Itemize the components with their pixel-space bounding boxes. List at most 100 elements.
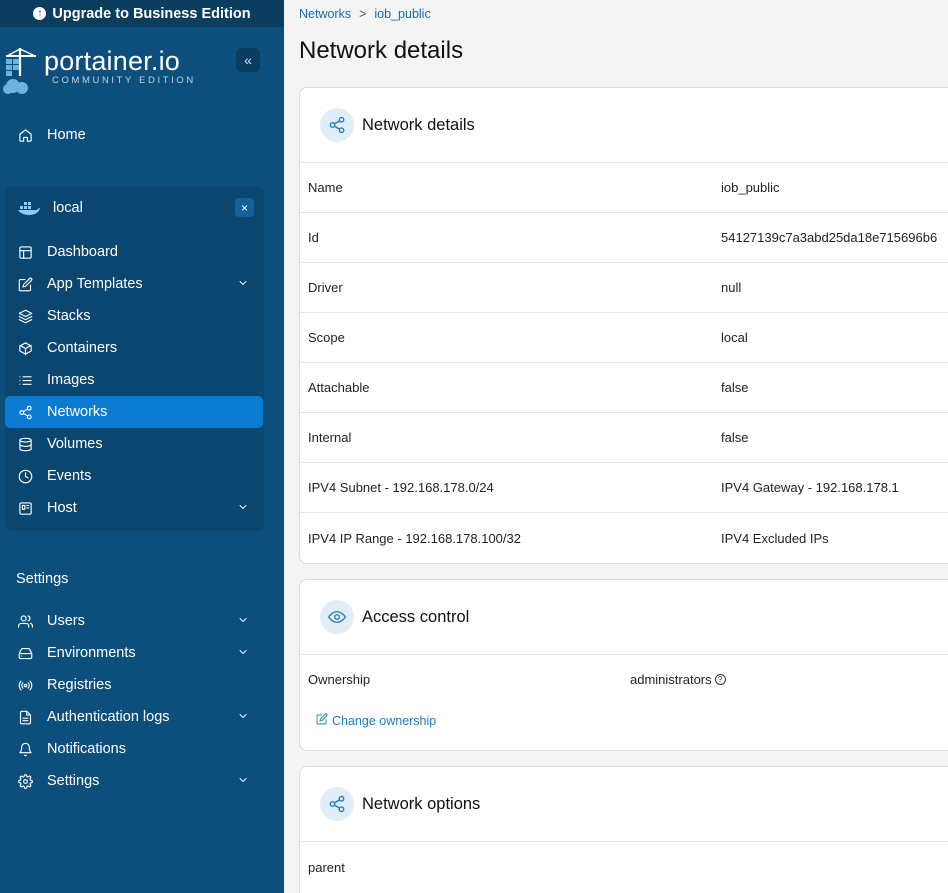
row-key: IPV4 Subnet - 192.168.178.0/24 [308, 480, 494, 495]
breadcrumb-networks-link[interactable]: Networks [299, 7, 351, 21]
card-title: Network details [362, 115, 475, 134]
sidebar-item-stacks[interactable]: Stacks [5, 300, 263, 332]
sidebar-item-label: Environments [47, 645, 136, 661]
portainer-logo-icon [2, 46, 40, 94]
sidebar-item-label: Images [47, 372, 95, 388]
eye-icon [320, 600, 354, 634]
list-icon [17, 372, 33, 388]
sidebar-item-images[interactable]: Images [5, 364, 263, 396]
sidebar-item-label: Stacks [47, 308, 91, 324]
edit-icon [17, 276, 33, 292]
sidebar-item-label: Home [47, 127, 86, 143]
upgrade-label: Upgrade to Business Edition [52, 5, 251, 22]
help-icon[interactable]: ? [714, 674, 726, 685]
collapse-sidebar-button[interactable]: « [236, 48, 260, 72]
chevron-down-icon[interactable] [237, 646, 249, 658]
breadcrumb-current[interactable]: iob_public [374, 7, 430, 21]
row-value: iob_public [721, 180, 780, 195]
box-icon [17, 340, 33, 356]
users-icon [17, 613, 33, 629]
table-row: parent [300, 842, 948, 892]
server-icon [17, 500, 33, 516]
table-row: IPV4 IP Range - 192.168.178.100/32 IPV4 E… [300, 513, 948, 563]
docker-icon [17, 200, 41, 216]
close-icon: × [240, 200, 248, 215]
ownership-label: Ownership [308, 672, 371, 687]
change-ownership-link[interactable]: Change ownership [316, 713, 436, 728]
card-header: Access control [300, 580, 948, 655]
sidebar-item-app-templates[interactable]: App Templates [5, 268, 263, 300]
sidebar-item-users[interactable]: Users [5, 605, 263, 637]
breadcrumb-separator: > [359, 7, 367, 21]
brand-logo[interactable]: portainer.io COMMUNITY EDITION [2, 46, 196, 94]
chevron-down-icon[interactable] [237, 277, 249, 289]
card-header: Network details [300, 88, 948, 163]
sidebar-item-label: Volumes [47, 436, 103, 452]
table-row: Driver null [300, 263, 948, 313]
environment-name: local [53, 200, 83, 216]
table-row: Id 54127139c7a3abd25da18e715696b6 [300, 213, 948, 263]
row-value: 54127139c7a3abd25da18e715696b6 [721, 230, 938, 245]
network-details-card: Network details Name iob_public Id 54127139… [299, 87, 948, 564]
sidebar-item-registries[interactable]: Registries [5, 669, 263, 701]
change-ownership-label: Change ownership [332, 713, 437, 728]
table-row: Attachable false [300, 363, 948, 413]
sidebar-item-containers[interactable]: Containers [5, 332, 263, 364]
dashboard-icon [17, 244, 33, 260]
chevron-down-icon[interactable] [237, 501, 249, 513]
table-row: Name iob_public [300, 163, 948, 213]
sidebar-item-label: Networks [47, 404, 108, 420]
chevron-down-icon[interactable] [237, 614, 249, 626]
sidebar-item-volumes[interactable]: Volumes [5, 428, 263, 460]
sidebar-item-dashboard[interactable]: Dashboard [5, 236, 263, 268]
sidebar-item-label: Authentication logs [47, 709, 170, 725]
chevrons-left-icon: « [244, 52, 252, 68]
sidebar-item-label: Host [47, 500, 77, 516]
sidebar-item-environments[interactable]: Environments [5, 637, 263, 669]
brand-edition: COMMUNITY EDITION [52, 75, 196, 86]
close-environment-button[interactable]: × [235, 198, 254, 217]
table-row: Scope local [300, 313, 948, 363]
page-title: Network details [299, 37, 464, 64]
sidebar-item-label: Settings [47, 773, 100, 789]
row-key: Driver [308, 280, 343, 295]
upgrade-banner[interactable]: ↑ Upgrade to Business Edition [0, 0, 284, 27]
sidebar-item-notifications[interactable]: Notifications [5, 733, 263, 765]
row-key: Attachable [308, 380, 370, 395]
database-icon [17, 436, 33, 452]
sidebar-item-authentication-logs[interactable]: Authentication logs [5, 701, 263, 733]
gear-icon [17, 773, 33, 789]
row-key: IPV4 IP Range - 192.168.178.100/32 [308, 530, 521, 546]
row-value: local [721, 330, 748, 345]
share-icon [17, 404, 33, 420]
clock-icon [17, 468, 33, 484]
row-value: false [721, 430, 749, 445]
chevron-down-icon[interactable] [237, 774, 249, 786]
row-key: Scope [308, 330, 345, 345]
brand-name: portainer.io [44, 46, 180, 76]
table-row: Internal false [300, 413, 948, 463]
ownership-value-text: administrators [630, 672, 712, 687]
table-row: IPV4 Subnet - 192.168.178.0/24 IPV4 Gatew… [300, 463, 948, 513]
card-header: Network options [300, 767, 948, 842]
bell-icon [17, 741, 33, 757]
chevron-down-icon[interactable] [237, 710, 249, 722]
row-key: Internal [308, 430, 352, 445]
sidebar-item-settings[interactable]: Settings [5, 765, 263, 797]
edit-icon [316, 713, 328, 728]
row-key: parent [308, 859, 345, 875]
sidebar-item-home[interactable]: Home [5, 119, 263, 151]
breadcrumb: Networks > iob_public [299, 7, 431, 21]
access-control-card: Access control Ownership administrators … [299, 579, 948, 751]
row-value: IPV4 Excluded IPs [721, 530, 829, 546]
hdd-icon [17, 645, 33, 661]
sidebar-item-networks[interactable]: Networks [5, 396, 263, 428]
arrow-up-circle-icon: ↑ [33, 7, 47, 20]
card-title: Network options [362, 794, 481, 813]
sidebar-item-host[interactable]: Host [5, 492, 263, 524]
environment-header[interactable]: local [17, 200, 83, 216]
sidebar-item-events[interactable]: Events [5, 460, 263, 492]
card-title: Access control [362, 607, 470, 626]
network-options-card: Network options parent [299, 766, 948, 893]
row-value: null [721, 280, 742, 295]
